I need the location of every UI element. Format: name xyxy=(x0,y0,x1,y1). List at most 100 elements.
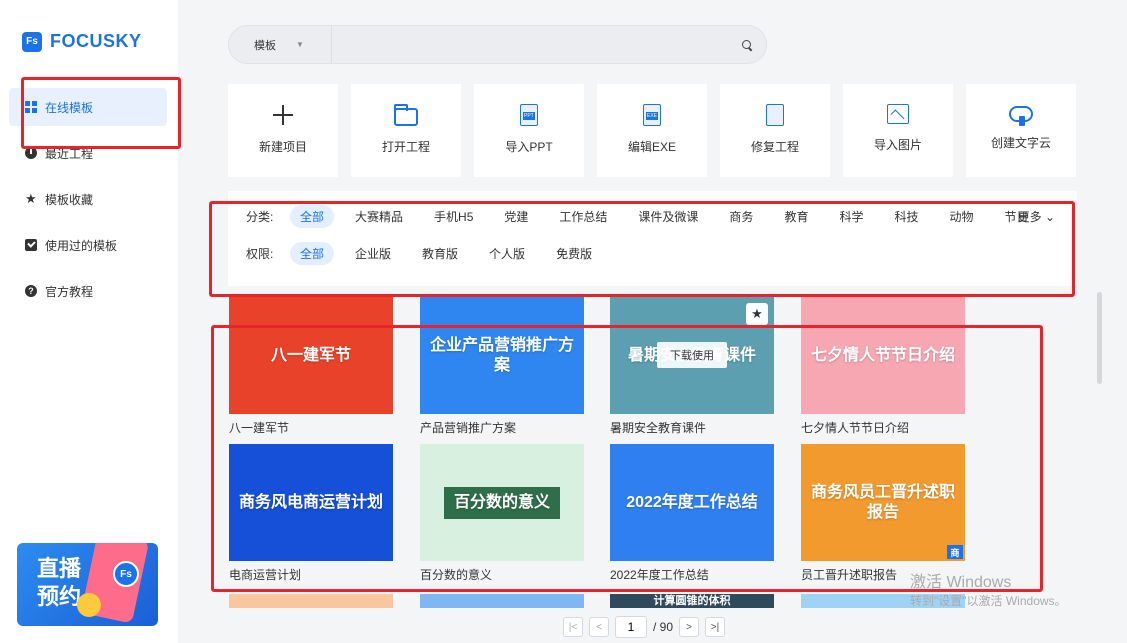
template-card[interactable]: 商务风员工晋升述职报告 商 员工晋升述职报告 xyxy=(801,444,965,583)
permission-chip[interactable]: 个人版 xyxy=(479,242,535,265)
sidebar-item-favorites[interactable]: ★ 模板收藏 xyxy=(9,180,167,218)
favorite-star-icon[interactable]: ★ xyxy=(746,303,768,325)
scrollbar-thumb[interactable] xyxy=(1097,292,1102,384)
new-project-button[interactable]: 新建项目 xyxy=(228,84,338,177)
category-chip[interactable]: 教育 xyxy=(774,205,818,228)
template-card[interactable]: 百分数的意义 百分数的意义 xyxy=(420,444,584,583)
template-card[interactable]: 暑期安全教育课件 ★ 下载使用 暑期安全教育课件 xyxy=(610,297,774,436)
action-label: 新建项目 xyxy=(258,140,307,154)
category-chip[interactable]: 手机H5 xyxy=(424,205,483,228)
template-card[interactable]: 七夕情人节节日介绍 七夕情人节节日介绍 xyxy=(801,297,965,436)
help-icon: ? xyxy=(25,285,37,297)
permission-chip-all[interactable]: 全部 xyxy=(290,242,335,265)
search-scope-select[interactable]: 模板 ▼ xyxy=(229,26,332,63)
live-promo-banner[interactable]: 直播预约 Fs xyxy=(17,543,158,626)
next-page-button[interactable]: > xyxy=(679,617,700,637)
promo-logo-badge: Fs xyxy=(113,561,139,587)
template-thumbnail: 暑期安全教育课件 ★ 下载使用 xyxy=(610,297,774,414)
sidebar-item-label: 模板收藏 xyxy=(45,192,94,207)
sidebar-item-label: 最近工程 xyxy=(45,146,94,161)
permission-chip[interactable]: 教育版 xyxy=(412,242,468,265)
template-card[interactable]: 企业产品营销推广方案 产品营销推广方案 xyxy=(420,297,584,436)
category-chip-all[interactable]: 全部 xyxy=(290,205,335,228)
search-icon[interactable] xyxy=(736,34,758,56)
sidebar-item-tutorials[interactable]: ? 官方教程 xyxy=(9,272,167,310)
repair-project-button[interactable]: 修复工程 xyxy=(720,84,830,177)
category-chip[interactable]: 科学 xyxy=(829,205,873,228)
template-card[interactable]: 商务风电商运营计划 电商运营计划 xyxy=(229,444,393,583)
template-title: 电商运营计划 xyxy=(229,568,302,582)
thumbnail-title: 2022年度工作总结 xyxy=(626,493,758,511)
category-chip[interactable]: 大赛精品 xyxy=(345,205,413,228)
template-title: 百分数的意义 xyxy=(420,568,493,582)
thumbnail-title: 八一建军节 xyxy=(270,346,351,364)
windows-activation-watermark: 激活 Windows 转到"设置"以激活 Windows。 xyxy=(910,574,1067,610)
thumbnail-title: 百分数的意义 xyxy=(443,486,560,519)
emoji-illustration xyxy=(77,593,101,617)
create-word-cloud-button[interactable]: 创建文字云 xyxy=(966,84,1076,177)
template-thumbnail: 商务风员工晋升述职报告 商 xyxy=(801,444,965,561)
sidebar-nav: 在线模板 最近工程 ★ 模板收藏 使用过的模板 ? 官方教程 xyxy=(9,88,167,318)
category-chip[interactable]: 商务 xyxy=(719,205,763,228)
template-card[interactable]: 八一建军节 八一建军节 xyxy=(229,297,393,436)
permission-chip[interactable]: 免费版 xyxy=(546,242,602,265)
import-image-button[interactable]: 导入图片 xyxy=(843,84,953,177)
category-filter-row: 分类: 全部 大赛精品 手机H5 党建 工作总结 课件及微课 商务 教育 科学 … xyxy=(246,205,1050,228)
sidebar-item-online-templates[interactable]: 在线模板 xyxy=(9,88,167,126)
thumbnail-title: 七夕情人节节日介绍 xyxy=(810,346,955,364)
pagination: |< < / 90 > >| xyxy=(563,616,726,638)
sidebar-item-label: 使用过的模板 xyxy=(45,238,118,253)
thumbnail-title: 商务风员工晋升述职报告 xyxy=(810,483,955,521)
sidebar-item-used-templates[interactable]: 使用过的模板 xyxy=(9,226,167,264)
category-chip[interactable]: 党建 xyxy=(494,205,538,228)
import-ppt-button[interactable]: PPT 导入PPT xyxy=(474,84,584,177)
template-card-peek: 计算圆锥的体积 xyxy=(610,594,774,608)
action-label: 编辑EXE xyxy=(627,140,676,154)
page-total: / 90 xyxy=(653,620,674,634)
download-use-button[interactable]: 下载使用 xyxy=(657,342,727,368)
template-title: 产品营销推广方案 xyxy=(420,421,517,435)
category-chip[interactable]: 课件及微课 xyxy=(628,205,708,228)
category-chip[interactable]: 动物 xyxy=(939,205,983,228)
search-input[interactable] xyxy=(332,26,736,63)
template-thumbnail: 七夕情人节节日介绍 xyxy=(801,297,965,414)
cloud-icon xyxy=(1009,106,1033,126)
more-categories-button[interactable]: 更多 ⌄ xyxy=(1018,208,1055,225)
image-icon xyxy=(887,104,909,124)
template-card-peek xyxy=(420,594,584,608)
template-title: 2022年度工作总结 xyxy=(610,568,709,582)
ppt-file-icon: PPT xyxy=(520,104,538,126)
check-icon xyxy=(25,239,37,251)
star-icon: ★ xyxy=(25,191,37,206)
edit-exe-button[interactable]: EXE 编辑EXE xyxy=(597,84,707,177)
chevron-down-icon: ⌄ xyxy=(1044,210,1055,224)
filter-panel: 分类: 全部 大赛精品 手机H5 党建 工作总结 课件及微课 商务 教育 科学 … xyxy=(228,191,1077,286)
template-thumbnail: 商务风电商运营计划 xyxy=(229,444,393,561)
template-card-peek xyxy=(229,594,393,608)
permission-filter-row: 权限: 全部 企业版 教育版 个人版 免费版 xyxy=(246,242,613,265)
permission-chip[interactable]: 企业版 xyxy=(345,242,401,265)
watermark-line: 激活 Windows xyxy=(910,574,1012,591)
first-page-button[interactable]: |< xyxy=(563,617,583,637)
logo-badge: Fs xyxy=(22,31,42,52)
page-number-input[interactable] xyxy=(615,616,647,638)
thumbnail-title: 商务风电商运营计划 xyxy=(238,493,383,511)
template-thumbnail: 2022年度工作总结 xyxy=(610,444,774,561)
category-chip[interactable]: 工作总结 xyxy=(549,205,617,228)
repair-icon xyxy=(766,104,784,126)
action-label: 打开工程 xyxy=(381,140,430,154)
exe-file-icon: EXE xyxy=(643,104,661,126)
template-thumbnail: 百分数的意义 xyxy=(420,444,584,561)
watermark-line: 转到"设置"以激活 Windows。 xyxy=(910,594,1067,608)
logo-text: FOCUSKY xyxy=(50,31,142,51)
template-card[interactable]: 2022年度工作总结 2022年度工作总结 xyxy=(610,444,774,583)
template-thumbnail: 八一建军节 xyxy=(229,297,393,414)
open-project-button[interactable]: 打开工程 xyxy=(351,84,461,177)
category-chip[interactable]: 科技 xyxy=(884,205,928,228)
action-label: 修复工程 xyxy=(750,140,799,154)
last-page-button[interactable]: >| xyxy=(705,617,726,637)
sidebar-item-recent-projects[interactable]: 最近工程 xyxy=(9,134,167,172)
clock-icon xyxy=(25,147,37,159)
search-bar: 模板 ▼ xyxy=(228,25,767,64)
prev-page-button[interactable]: < xyxy=(589,617,609,637)
